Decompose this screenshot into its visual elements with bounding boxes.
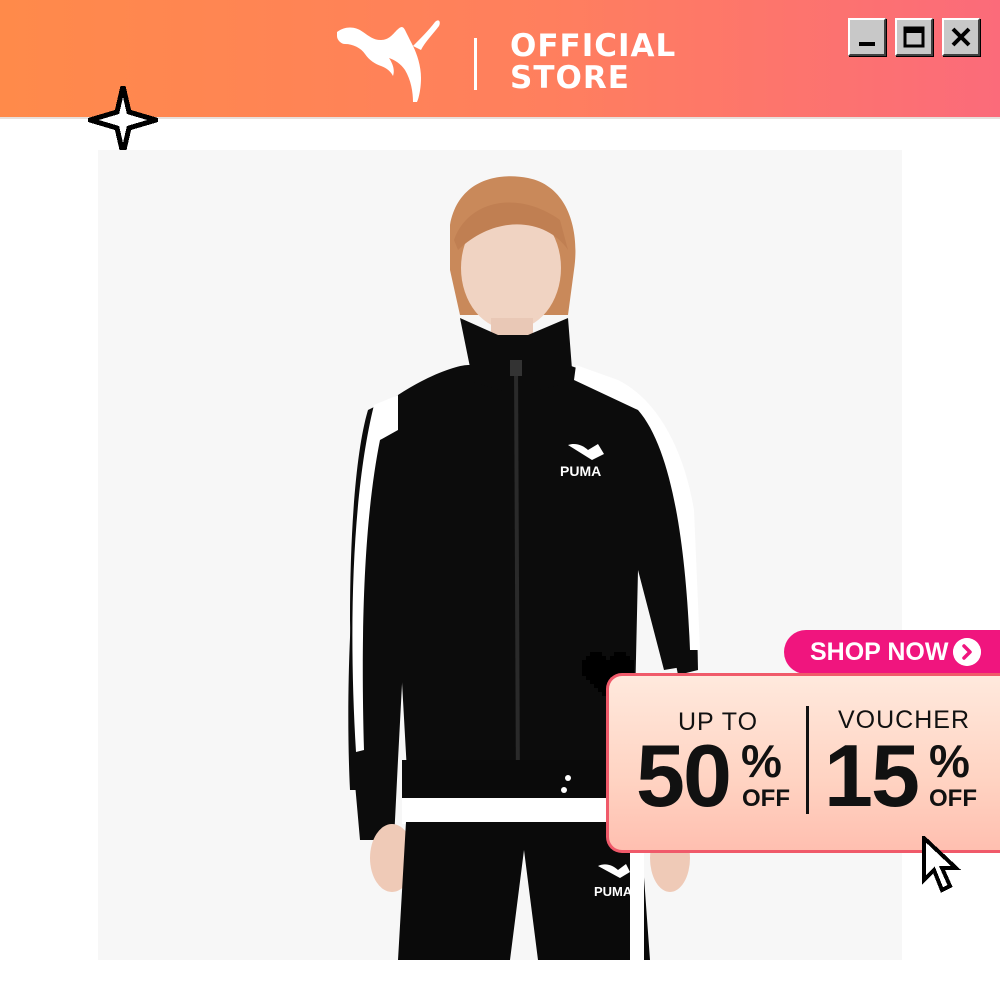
cursor-icon <box>922 836 962 893</box>
discount-value: 50 <box>636 726 732 825</box>
sparkle-icon <box>88 86 158 155</box>
store-line-2: STORE <box>510 60 630 96</box>
close-icon <box>951 27 971 47</box>
discount-off: OFF <box>742 785 790 812</box>
official-store-label: OFFICIAL STORE <box>510 30 676 94</box>
chevron-right-icon <box>953 638 981 666</box>
puma-cat-icon <box>337 20 440 102</box>
voucher-off: OFF <box>929 785 977 812</box>
pants-logo-text: PUMA <box>594 884 633 899</box>
minimize-button[interactable] <box>848 18 886 56</box>
shop-now-label: SHOP NOW <box>810 638 949 666</box>
close-button[interactable] <box>942 18 980 56</box>
voucher-percent: % <box>929 735 970 787</box>
minimize-icon <box>859 42 875 46</box>
voucher-value: 15 <box>824 726 920 825</box>
maximize-icon <box>903 26 925 48</box>
store-line-1: OFFICIAL <box>510 28 677 64</box>
promo-divider <box>806 706 809 814</box>
maximize-button[interactable] <box>895 18 933 56</box>
discount-percent: % <box>741 735 782 787</box>
brand-divider <box>474 38 477 90</box>
chest-logo-text: PUMA <box>560 463 601 479</box>
